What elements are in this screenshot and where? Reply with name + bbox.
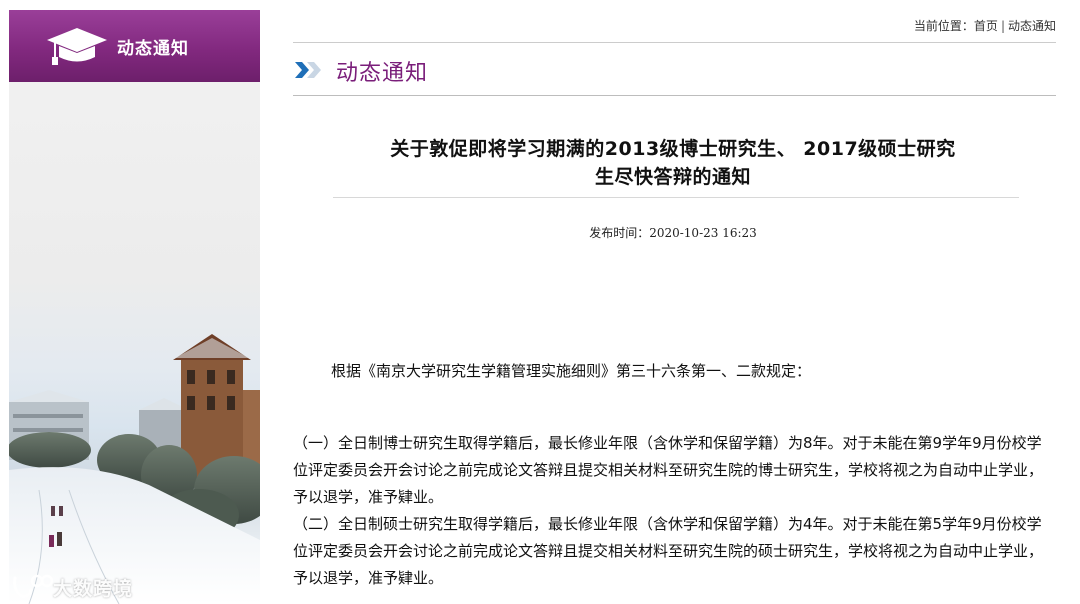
watermark-logo-icon <box>13 574 53 598</box>
sidebar: 动态通知 大数跨境 <box>9 10 260 604</box>
breadcrumb-prefix: 当前位置： <box>913 19 974 33</box>
breadcrumb-current-link[interactable]: 动态通知 <box>1008 19 1056 33</box>
graduation-cap-icon <box>47 28 107 65</box>
section-title: 动态通知 <box>336 61 429 86</box>
article-title-line-1: 关于敦促即将学习期满的2013级博士研究生、 2017级硕士研究 <box>390 138 956 160</box>
article-clauses: （一）全日制博士研究生取得学籍后，最长修业年限（含休学和保留学籍）为8年。对于未… <box>293 430 1056 592</box>
publish-time: 发布时间：2020-10-23 16:23 <box>589 226 757 240</box>
breadcrumb: 当前位置：首页 | 动态通知 <box>914 17 1056 34</box>
breadcrumb-home-link[interactable]: 首页 <box>974 19 998 33</box>
article-intro: 根据《南京大学研究生学籍管理实施细则》第三十六条第一、二款规定： <box>331 362 812 380</box>
section-header: 动态通知 <box>293 52 1056 86</box>
sidebar-header[interactable]: 动态通知 <box>9 10 260 82</box>
top-divider <box>293 42 1056 43</box>
sidebar-title: 动态通知 <box>117 39 189 59</box>
watermark-text: 大数跨境 <box>53 578 134 600</box>
clause-1: （一）全日制博士研究生取得学籍后，最长修业年限（含休学和保留学籍）为8年。对于未… <box>293 434 1044 506</box>
breadcrumb-separator: | <box>1000 19 1005 33</box>
article-title: 关于敦促即将学习期满的2013级博士研究生、 2017级硕士研究 生尽快答辩的通… <box>333 135 1013 191</box>
title-divider <box>333 197 1019 198</box>
article-title-line-2: 生尽快答辩的通知 <box>594 166 751 188</box>
section-divider <box>293 95 1056 96</box>
watermark: 大数跨境 <box>9 570 169 602</box>
clause-2: （二）全日制硕士研究生取得学籍后，最长修业年限（含休学和保留学籍）为4年。对于未… <box>293 515 1044 587</box>
campus-scene-image <box>9 334 260 604</box>
double-chevron-icon <box>295 62 321 78</box>
